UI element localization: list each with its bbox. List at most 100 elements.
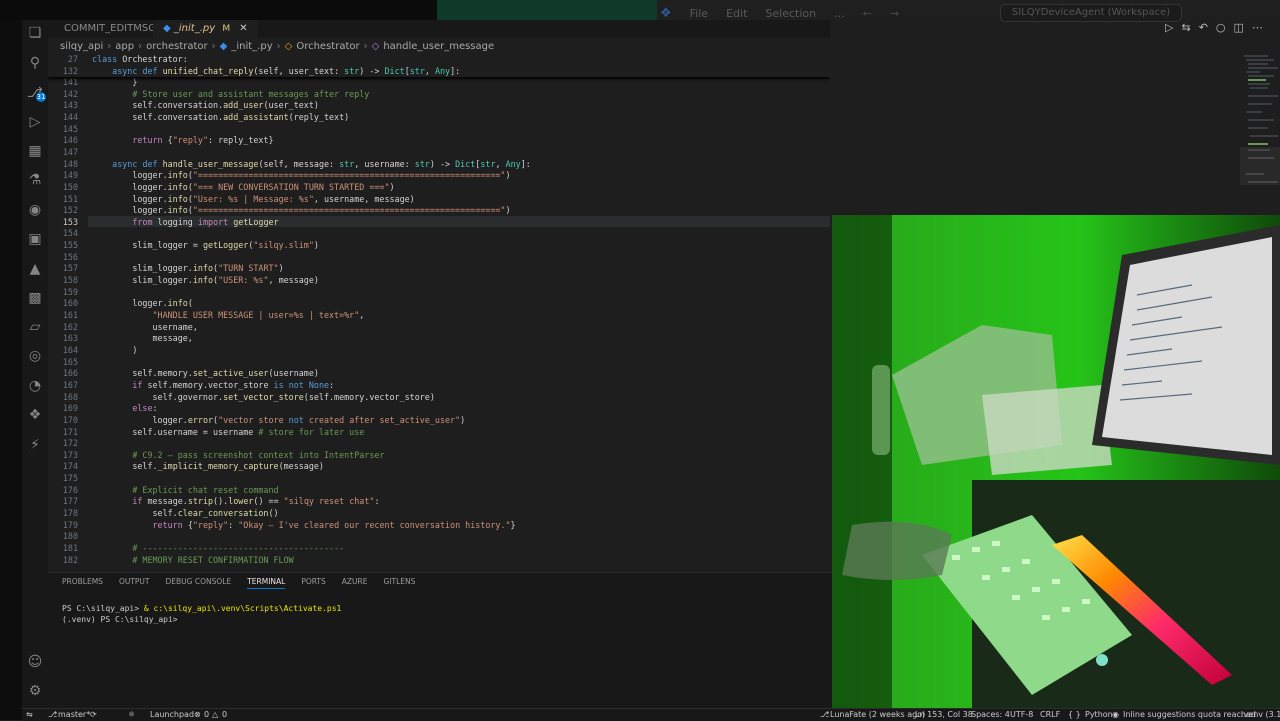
panel-tab-debug-console[interactable]: DEBUG CONSOLE bbox=[166, 577, 232, 589]
code-line[interactable]: self.username = username # store for lat… bbox=[92, 427, 364, 437]
sticky-code-line[interactable]: async def unified_chat_reply(self, user_… bbox=[92, 66, 460, 76]
code-line[interactable]: slim_logger.info("TURN START") bbox=[92, 263, 283, 273]
more-actions-icon[interactable]: ⋯ bbox=[1252, 21, 1263, 34]
end-of-line[interactable]: CRLF bbox=[1040, 710, 1060, 719]
menu-selection[interactable]: Selection bbox=[765, 7, 816, 20]
close-icon[interactable]: ✕ bbox=[239, 23, 247, 34]
code-line[interactable]: slim_logger.info("USER: %s", message) bbox=[92, 275, 319, 285]
panel-tab-problems[interactable]: PROBLEMS bbox=[62, 577, 103, 589]
code-line[interactable]: logger.info( bbox=[92, 298, 193, 308]
code-line[interactable]: # Store user and assistant messages afte… bbox=[92, 89, 369, 99]
code-line[interactable]: # MEMORY RESET CONFIRMATION FLOW bbox=[92, 555, 293, 565]
code-line[interactable]: # C9.2 — pass screenshot context into In… bbox=[92, 450, 384, 460]
crumb-orchestrator[interactable]: orchestrator bbox=[146, 41, 208, 52]
code-line[interactable]: message, bbox=[92, 333, 193, 343]
explorer-icon[interactable]: ❏ bbox=[26, 24, 44, 42]
panel-tab-ports[interactable]: PORTS bbox=[301, 577, 325, 589]
azure-icon[interactable]: ▲ bbox=[26, 260, 44, 278]
panel-tab-gitlens[interactable]: GITLENS bbox=[384, 577, 416, 589]
panel-tab-azure[interactable]: AZURE bbox=[342, 577, 368, 589]
containers-icon[interactable]: ▣ bbox=[26, 230, 44, 248]
panel-tab-terminal[interactable]: TERMINAL bbox=[247, 577, 286, 589]
share-icon[interactable]: ❖ bbox=[26, 406, 44, 424]
copilot-status[interactable]: Inline suggestions quota reached bbox=[1123, 710, 1256, 719]
vscode-logo-icon: ❖ bbox=[660, 5, 672, 21]
code-line[interactable]: if self.memory.vector_store is not None: bbox=[92, 380, 334, 390]
split-editor-icon[interactable]: ◫ bbox=[1234, 21, 1244, 34]
code-line[interactable]: return {"reply": "Okay — I've cleared ou… bbox=[92, 520, 516, 530]
remote-explorer-icon[interactable]: ▩ bbox=[26, 289, 44, 307]
testing-icon[interactable]: ⚗ bbox=[26, 171, 44, 189]
code-line[interactable]: self.governor.set_vector_store(self.memo… bbox=[92, 392, 435, 402]
crumb-file[interactable]: _init_.py bbox=[231, 41, 272, 52]
crumb-class[interactable]: Orchestrator bbox=[296, 41, 359, 52]
code-line[interactable]: if message.strip().lower() == "silqy res… bbox=[92, 496, 379, 506]
crumb-app[interactable]: app bbox=[115, 41, 134, 52]
code-line[interactable]: logger.info("User: %s | Message: %s", us… bbox=[92, 194, 414, 204]
code-line[interactable]: username, bbox=[92, 322, 198, 332]
timeline-icon[interactable]: ◔ bbox=[26, 377, 44, 395]
compare-icon[interactable]: ⇆ bbox=[1181, 21, 1190, 34]
terminal[interactable]: PS C:\silqy_api> & c:\silqy_api\.venv\Sc… bbox=[62, 603, 341, 625]
python-interpreter[interactable]: .venv (3.10) bbox=[1241, 710, 1280, 719]
menu-edit[interactable]: Edit bbox=[726, 7, 747, 20]
forward-arrow-icon[interactable]: → bbox=[890, 7, 899, 20]
code-line[interactable]: self.memory.set_active_user(username) bbox=[92, 368, 319, 378]
timeline-icon[interactable]: ○ bbox=[1216, 21, 1226, 34]
sync-icon[interactable]: ⟳ bbox=[90, 710, 97, 719]
code-line[interactable]: self._implicit_memory_capture(message) bbox=[92, 461, 324, 471]
code-line[interactable]: # Explicit chat reset command bbox=[92, 485, 278, 495]
gitlens-icon[interactable]: ◎ bbox=[26, 347, 44, 365]
problem-count[interactable]: 0 bbox=[204, 710, 209, 719]
warning-count[interactable]: 0 bbox=[222, 710, 227, 719]
code-line[interactable]: slim_logger = getLogger("silqy.slim") bbox=[92, 240, 319, 250]
cursor-position[interactable]: Ln 153, Col 38 bbox=[915, 710, 973, 719]
tab-init-py[interactable]: ◆ _init_.py M ✕ bbox=[153, 20, 258, 38]
menu-file[interactable]: File bbox=[690, 7, 708, 20]
code-line[interactable]: # --------------------------------------… bbox=[92, 543, 344, 553]
command-center[interactable]: SILQYDeviceAgent (Workspace) bbox=[1000, 4, 1182, 22]
back-arrow-icon[interactable]: ← bbox=[863, 7, 872, 20]
git-blame[interactable]: LunaFate (2 weeks ago) bbox=[830, 710, 925, 719]
minimap[interactable] bbox=[1240, 53, 1280, 213]
run-icon[interactable]: ▷ bbox=[1165, 21, 1173, 34]
code-line[interactable]: async def handle_user_message(self, mess… bbox=[92, 159, 531, 169]
database-icon[interactable]: ▱ bbox=[26, 318, 44, 336]
language-mode[interactable]: Python bbox=[1085, 710, 1113, 719]
code-line[interactable]: logger.info("===========================… bbox=[92, 205, 510, 215]
code-line[interactable]: from logging import getLogger bbox=[92, 217, 278, 227]
braces-icon: { } bbox=[1068, 710, 1081, 719]
sticky-code-line[interactable]: class Orchestrator: bbox=[92, 54, 188, 64]
crumb-method[interactable]: handle_user_message bbox=[383, 41, 494, 52]
extensions-icon[interactable]: ▦ bbox=[26, 142, 44, 160]
crumb-root[interactable]: silqy_api bbox=[60, 41, 103, 52]
sticky-scroll[interactable]: 27 class Orchestrator: 132 async def unifi… bbox=[48, 53, 830, 77]
encoding[interactable]: UTF-8 bbox=[1010, 710, 1033, 719]
run-debug-icon[interactable]: ▷ bbox=[26, 113, 44, 131]
launchpad-item[interactable]: Launchpad bbox=[150, 710, 194, 719]
go-back-icon[interactable]: ↶ bbox=[1199, 21, 1208, 34]
code-line[interactable]: return {"reply": reply_text} bbox=[92, 135, 273, 145]
code-editor[interactable]: 27 class Orchestrator: 132 async def unifi… bbox=[48, 53, 830, 569]
lightning-icon[interactable]: ⚡ bbox=[26, 436, 44, 454]
code-line[interactable]: logger.error("vector store not created a… bbox=[92, 415, 466, 425]
code-line[interactable]: "HANDLE USER MESSAGE | user=%s | text=%r… bbox=[92, 310, 365, 320]
code-line[interactable]: logger.info("===========================… bbox=[92, 170, 510, 180]
search-icon[interactable]: ⚲ bbox=[26, 54, 44, 72]
code-line[interactable]: else: bbox=[92, 403, 157, 413]
settings-gear-icon[interactable]: ⚙ bbox=[26, 682, 44, 700]
menu-more[interactable]: ... bbox=[834, 7, 845, 20]
code-line[interactable]: self.conversation.add_user(user_text) bbox=[92, 100, 319, 110]
code-line[interactable]: ) bbox=[92, 345, 137, 355]
account-icon[interactable]: ☺ bbox=[26, 653, 44, 671]
code-line[interactable]: self.clear_conversation() bbox=[92, 508, 279, 518]
remote-icon[interactable]: ⇋ bbox=[26, 710, 33, 719]
tab-commit-editmsg[interactable]: COMMIT_EDITMSG bbox=[54, 20, 166, 38]
branch-status[interactable]: master* bbox=[58, 710, 90, 719]
python-icon[interactable]: ◉ bbox=[26, 201, 44, 219]
code-line[interactable]: } bbox=[92, 77, 137, 87]
code-line[interactable]: logger.info("=== NEW CONVERSATION TURN S… bbox=[92, 182, 394, 192]
code-line[interactable]: self.conversation.add_assistant(reply_te… bbox=[92, 112, 349, 122]
panel-tab-output[interactable]: OUTPUT bbox=[119, 577, 150, 589]
indentation[interactable]: Spaces: 4 bbox=[971, 710, 1010, 719]
